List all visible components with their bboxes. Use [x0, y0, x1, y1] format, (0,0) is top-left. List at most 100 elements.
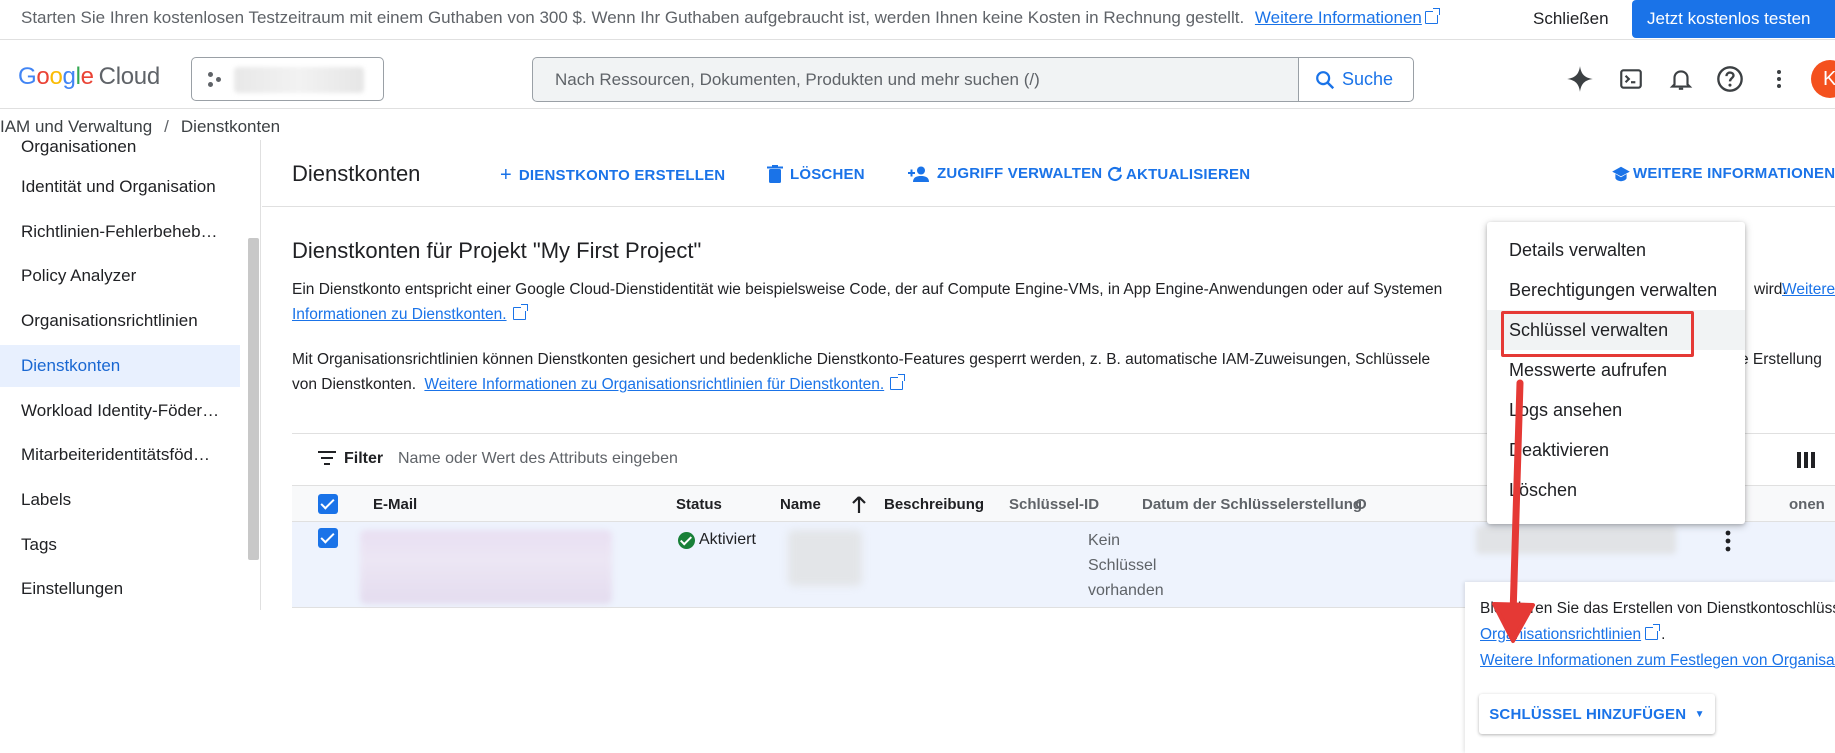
- trial-banner: Starten Sie Ihren kostenlosen Testzeitra…: [0, 0, 1835, 40]
- org-policy-learn-more-link[interactable]: Weitere Informationen zum Festlegen von …: [1480, 652, 1835, 669]
- search-button-label: Suche: [1342, 69, 1394, 89]
- org-policy-text: Mit Organisationsrichtlinien können Dien…: [292, 351, 1431, 368]
- sidebar-item-tags[interactable]: Tags: [0, 524, 240, 566]
- sidebar-item-label: Mitarbeiteridentitätsföderation: [21, 445, 213, 464]
- sidebar-item-identity-organisation[interactable]: Identität und Organisation: [0, 166, 240, 208]
- more-vert-icon[interactable]: [1765, 65, 1793, 93]
- caret-down-icon: ▼: [1694, 708, 1705, 720]
- external-link-icon: [890, 374, 906, 390]
- row-checkbox[interactable]: [318, 528, 338, 548]
- column-org-partial[interactable]: O: [1355, 496, 1367, 513]
- gcp-console-window: Starten Sie Ihren kostenlosen Testzeitra…: [0, 0, 1835, 753]
- sidebar-item-workload-identity[interactable]: Workload Identity-Föderation: [0, 390, 240, 432]
- delete-button[interactable]: LÖSCHEN: [767, 165, 865, 183]
- section-title: Dienstkonten für Projekt "My First Proje…: [292, 238, 702, 263]
- manage-keys-highlight: [1501, 311, 1694, 357]
- column-display-icon[interactable]: [1797, 452, 1815, 468]
- sidebar-item-policy-analyzer[interactable]: Policy Analyzer: [0, 255, 240, 297]
- select-all-checkbox[interactable]: [318, 494, 338, 514]
- search-input[interactable]: Nach Ressourcen, Dokumenten, Produkten u…: [555, 70, 1040, 90]
- project-name-redacted: [234, 67, 364, 93]
- refresh-icon: [1108, 166, 1123, 181]
- refresh-label: AKTUALISIEREN: [1126, 165, 1251, 183]
- help-icon[interactable]: [1716, 65, 1744, 93]
- create-service-account-button[interactable]: + DIENSTKONTO ERSTELLEN: [500, 165, 725, 185]
- sidebar-item-workforce-identity[interactable]: Mitarbeiteridentitätsföderation: [0, 434, 240, 476]
- top-header: Google Cloud Nach Ressourcen, Dokumenten,…: [0, 41, 1835, 109]
- cloud-shell-icon[interactable]: [1617, 65, 1645, 93]
- trash-icon: [767, 165, 783, 183]
- column-status[interactable]: Status: [676, 496, 722, 513]
- google-cloud-logo[interactable]: Google Cloud: [18, 63, 160, 91]
- external-link-icon: [1645, 624, 1661, 640]
- column-key-id[interactable]: Schlüssel-ID: [1009, 496, 1099, 513]
- menu-item-delete[interactable]: Löschen: [1487, 470, 1745, 510]
- breadcrumb-separator: /: [164, 117, 169, 136]
- project-hierarchy-icon: [208, 72, 224, 88]
- check-circle-icon: [678, 531, 695, 549]
- sidebar-scrollbar[interactable]: [248, 238, 259, 560]
- sidebar-item-organisations[interactable]: Organisationen: [0, 140, 240, 168]
- add-key-label: SCHLÜSSEL HINZUFÜGEN: [1489, 705, 1687, 723]
- account-avatar[interactable]: K: [1811, 60, 1835, 98]
- menu-item-manage-permissions[interactable]: Berechtigungen verwalten: [1487, 270, 1745, 310]
- page-title: Dienstkonten: [292, 161, 421, 186]
- add-person-icon: [908, 166, 929, 182]
- logo-cloud-text: Cloud: [98, 63, 161, 90]
- sort-ascending-icon[interactable]: [852, 496, 866, 514]
- delete-label: LÖSCHEN: [790, 165, 865, 183]
- email-redacted[interactable]: [360, 530, 612, 604]
- key-policy-line-3: Weitere Informationen zum Festlegen von …: [1480, 648, 1835, 674]
- manage-access-button[interactable]: ZUGRIFF VERWALTEN: [908, 165, 1102, 182]
- org-policy-docs-link[interactable]: Weitere Informationen zu Organisationsri…: [424, 376, 884, 393]
- start-free-trial-button[interactable]: Jetzt kostenlos testen: [1632, 0, 1835, 38]
- sidebar-item-service-accounts[interactable]: Dienstkonten: [0, 345, 240, 387]
- status-badge: Aktiviert: [678, 531, 756, 549]
- key-policy-period: .: [1661, 626, 1666, 643]
- banner-close-button[interactable]: Schließen: [1521, 7, 1621, 31]
- key-policy-line-1: Blockieren Sie das Erstellen von Dienstk…: [1480, 600, 1835, 617]
- service-accounts-docs-link-start[interactable]: Weitere: [1782, 277, 1835, 302]
- add-key-button[interactable]: SCHLÜSSEL HINZUFÜGEN ▼: [1479, 694, 1715, 734]
- column-name[interactable]: Name: [780, 496, 821, 513]
- row-actions-icon[interactable]: [1724, 530, 1732, 552]
- learn-more-button[interactable]: WEITERE INFORMATIONEN: [1611, 165, 1835, 182]
- name-redacted: [788, 530, 862, 586]
- key-policy-text: Blockieren Sie das Erstellen von Dienstk…: [1480, 596, 1835, 674]
- column-description[interactable]: Beschreibung: [884, 496, 984, 513]
- search-button[interactable]: Suche: [1298, 57, 1414, 102]
- refresh-button[interactable]: AKTUALISIEREN: [1106, 165, 1250, 183]
- org-policies-link[interactable]: Organisationsrichtlinien: [1480, 626, 1641, 643]
- external-link-icon: [1424, 8, 1440, 24]
- sidebar-item-policy-troubleshooter[interactable]: Richtlinien-Fehlerbehebung: [0, 211, 240, 253]
- sidebar-item-label: Identität und Organisation: [21, 177, 216, 196]
- menu-item-disable[interactable]: Deaktivieren: [1487, 430, 1745, 470]
- filter-icon: [318, 451, 336, 465]
- trial-learn-more-link[interactable]: Weitere Informationen: [1255, 8, 1422, 27]
- breadcrumb: IAM und Verwaltung / Dienstkonten: [0, 117, 280, 137]
- project-picker[interactable]: [191, 57, 384, 101]
- manage-access-label: ZUGRIFF VERWALTEN: [937, 165, 1103, 182]
- logo-google-text: Google: [18, 63, 94, 90]
- trial-banner-text: Starten Sie Ihren kostenlosen Testzeitra…: [21, 8, 1245, 27]
- column-actions-partial: onen: [1789, 496, 1825, 513]
- filter-input[interactable]: Name oder Wert des Attributs eingeben: [398, 450, 678, 468]
- sidebar-nav: Organisationen Identität und Organisatio…: [0, 140, 261, 610]
- org-redacted: [1476, 526, 1676, 554]
- intro-text: Ein Dienstkonto entspricht einer Google …: [292, 281, 1443, 298]
- sidebar-item-org-policies[interactable]: Organisationsrichtlinien: [0, 300, 240, 342]
- menu-item-view-logs[interactable]: Logs ansehen: [1487, 390, 1745, 430]
- sidebar-item-settings[interactable]: Einstellungen: [0, 568, 240, 610]
- org-policy-text-tail: e Erstellung: [1740, 351, 1822, 368]
- sidebar-item-labels[interactable]: Labels: [0, 479, 240, 521]
- notifications-icon[interactable]: [1667, 65, 1695, 93]
- service-accounts-docs-link[interactable]: Informationen zu Dienstkonten.: [292, 306, 507, 323]
- column-key-creation-date[interactable]: Datum der Schlüsselerstellung: [1142, 496, 1362, 513]
- search-bar[interactable]: Nach Ressourcen, Dokumenten, Produkten u…: [532, 57, 1414, 102]
- column-email[interactable]: E-Mail: [373, 496, 417, 513]
- gemini-icon[interactable]: [1566, 65, 1594, 93]
- breadcrumb-item-iam[interactable]: IAM und Verwaltung: [0, 117, 152, 136]
- menu-item-manage-details[interactable]: Details verwalten: [1487, 230, 1745, 270]
- create-service-account-label: DIENSTKONTO ERSTELLEN: [518, 166, 726, 184]
- search-icon: [1316, 70, 1335, 89]
